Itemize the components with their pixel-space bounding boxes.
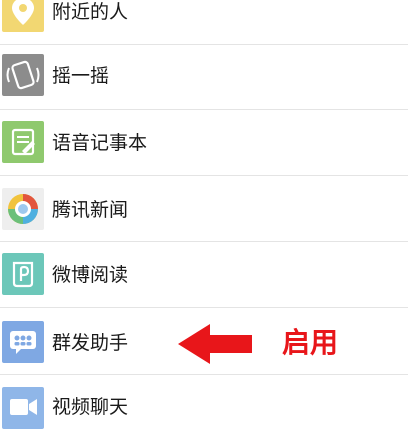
menu-item-label: 语音记事本 bbox=[52, 132, 148, 154]
menu-item-label: 视频聊天 bbox=[52, 396, 129, 418]
red-arrow-icon bbox=[176, 322, 256, 366]
menu-list: 附近的人 摇一摇 语音记事本 腾讯新闻 微博阅读 群发助手 视频聊天 启用 bbox=[0, 0, 408, 429]
menu-item-label: 群发助手 bbox=[52, 332, 129, 354]
menu-item-tencent-news[interactable]: 腾讯新闻 bbox=[0, 176, 408, 242]
tencent-news-icon bbox=[2, 188, 44, 230]
menu-item-label: 微博阅读 bbox=[52, 264, 129, 286]
menu-item-voice-notepad[interactable]: 语音记事本 bbox=[0, 110, 408, 176]
group-message-icon bbox=[2, 321, 44, 363]
menu-item-label: 摇一摇 bbox=[52, 65, 110, 87]
location-pin-icon bbox=[2, 0, 44, 32]
menu-item-weibo-reading[interactable]: 微博阅读 bbox=[0, 242, 408, 308]
menu-item-label: 附近的人 bbox=[52, 1, 129, 23]
menu-item-video-chat[interactable]: 视频聊天 bbox=[0, 375, 408, 441]
video-chat-icon bbox=[2, 387, 44, 429]
weibo-reading-icon bbox=[2, 253, 44, 295]
voice-notepad-icon bbox=[2, 121, 44, 163]
menu-item-shake[interactable]: 摇一摇 bbox=[0, 45, 408, 111]
menu-item-label: 腾讯新闻 bbox=[52, 199, 129, 221]
shake-phone-icon bbox=[2, 54, 44, 96]
annotation-enable-label: 启用 bbox=[282, 326, 339, 359]
menu-item-nearby-people[interactable]: 附近的人 bbox=[0, 0, 408, 44]
